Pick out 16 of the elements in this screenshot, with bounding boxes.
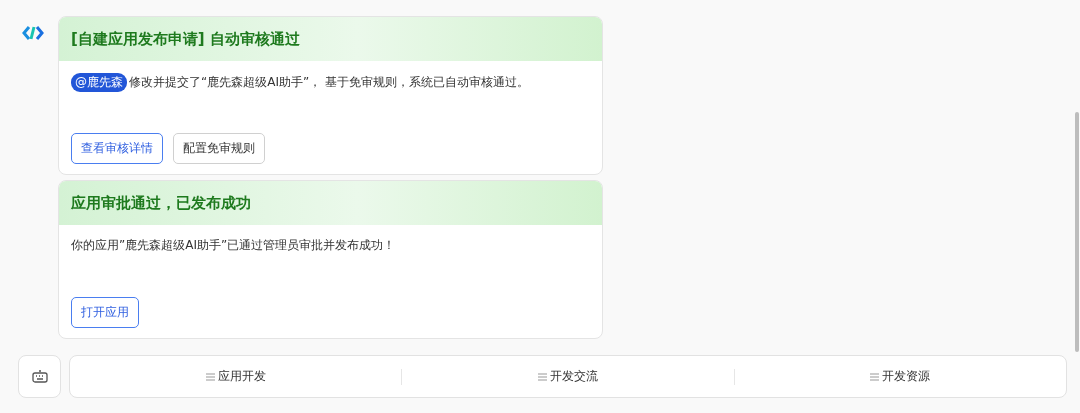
action-button[interactable]: 打开应用 xyxy=(71,297,139,328)
action-button[interactable]: 配置免审规则 xyxy=(173,133,265,164)
mention-tag[interactable]: @鹿先森 xyxy=(71,73,127,92)
message-text: 修改并提交了“鹿先森超级AI助手”， 基于免审规则，系统已自动审核通过。 xyxy=(129,74,529,91)
menu-icon xyxy=(870,372,880,381)
action-button[interactable]: 查看审核详情 xyxy=(71,133,163,164)
menu-button[interactable]: 开发交流 xyxy=(538,368,598,385)
card-title: 应用审批通过，已发布成功 xyxy=(59,181,602,225)
keyboard-button[interactable] xyxy=(18,355,61,398)
menu-icon xyxy=(205,372,215,381)
card-title: [自建应用发布申请] 自动审核通过 xyxy=(59,17,602,61)
message-text: 你的应用”鹿先森超级AI助手”已通过管理员审批并发布成功！ xyxy=(71,237,396,254)
scrollbar[interactable] xyxy=(1075,112,1079,352)
menu-icon xyxy=(538,372,547,381)
menu-button[interactable]: 应用开发 xyxy=(205,368,266,385)
menu-button[interactable]: 开发资源 xyxy=(870,368,931,385)
